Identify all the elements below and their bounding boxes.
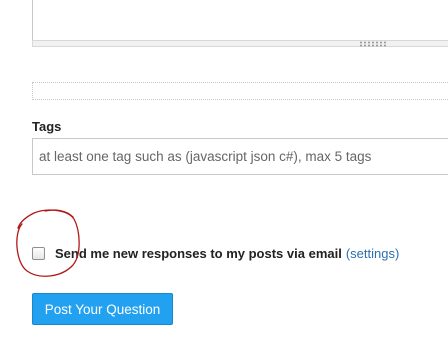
grip-dots-icon [359, 41, 387, 47]
tags-input[interactable] [32, 138, 448, 175]
editor-resize-grip[interactable] [32, 40, 448, 47]
question-form: Tags Send me new responses to my posts v… [0, 0, 448, 356]
question-body-editor[interactable] [32, 0, 448, 40]
post-question-button[interactable]: Post Your Question [32, 293, 173, 325]
email-notify-label: Send me new responses to my posts via em… [55, 245, 342, 261]
email-notify-checkbox[interactable] [32, 246, 45, 260]
email-notify-row: Send me new responses to my posts via em… [32, 244, 399, 262]
settings-link[interactable]: (settings) [346, 246, 399, 261]
post-preview [32, 82, 448, 100]
tags-label: Tags [32, 119, 62, 134]
